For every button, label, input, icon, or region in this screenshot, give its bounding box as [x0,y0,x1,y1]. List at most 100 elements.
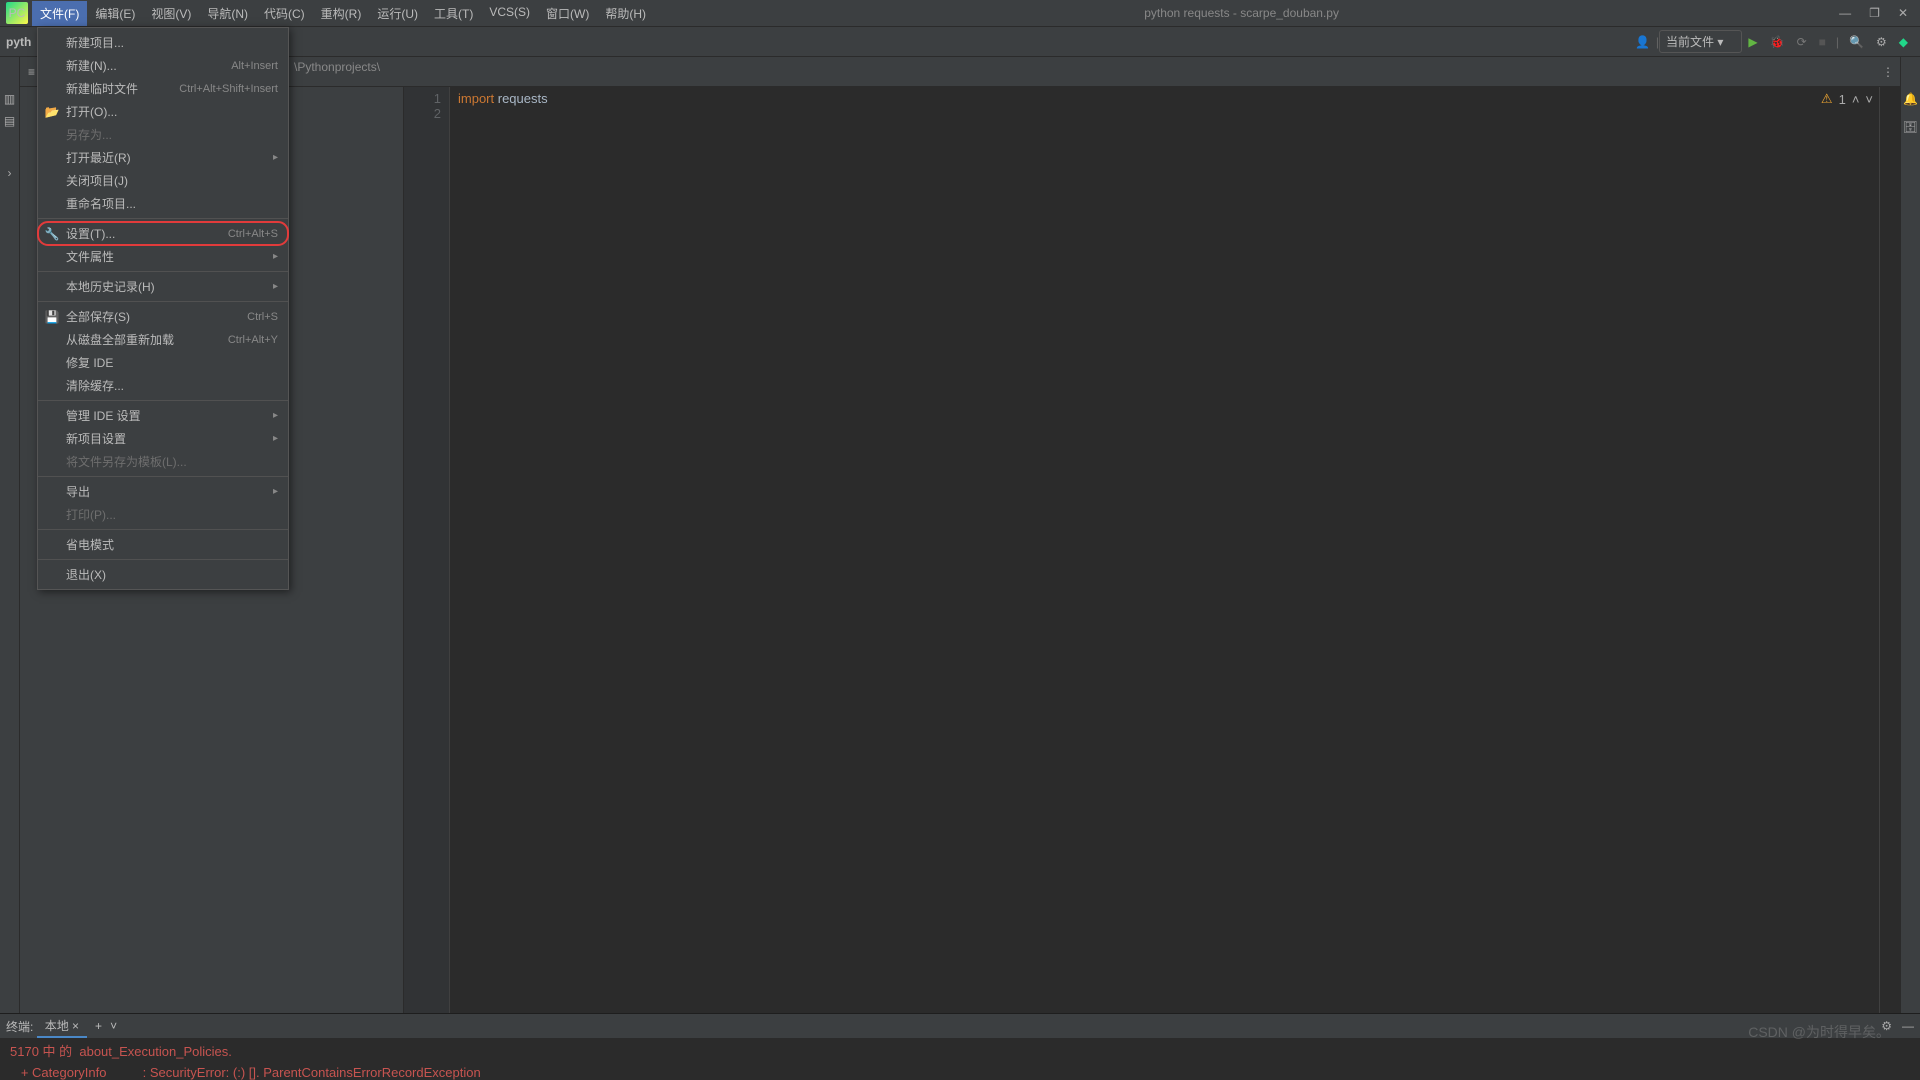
file-menu-item[interactable]: 重命名项目... [38,192,288,215]
code-area[interactable]: import requests ⚠ 1 ˄ ˅ [450,87,1880,1013]
menu-item-label: 打开最近(R) [66,149,131,166]
warning-icon[interactable]: ⚠ [1821,91,1833,107]
menu-item-label: 修复 IDE [66,354,113,371]
menu-vcs[interactable]: VCS(S) [481,1,538,26]
menu-item-label: 文件属性 [66,248,114,265]
next-highlight-icon[interactable]: ˅ [1865,92,1873,107]
menu-item-label: 新建项目... [66,34,124,51]
warning-count: 1 [1839,92,1846,107]
file-menu-item[interactable]: 省电模式 [38,533,288,556]
terminal-settings-icon[interactable]: ⚙ [1881,1019,1892,1033]
file-menu-item[interactable]: 本地历史记录(H)▸ [38,275,288,298]
menu-item-label: 将文件另存为模板(L)... [66,453,187,470]
menu-run[interactable]: 运行(U) [369,1,426,26]
chevron-right-icon: ▸ [273,433,278,444]
menu-window[interactable]: 窗口(W) [538,1,597,26]
maximize-button[interactable]: ❐ [1869,6,1880,20]
menu-item-label: 省电模式 [66,536,114,553]
editor-more-icon[interactable]: ⋮ [1876,61,1900,83]
chevron-right-icon: ▸ [273,152,278,163]
file-menu-item[interactable]: 退出(X) [38,563,288,586]
file-menu-item[interactable]: 修复 IDE [38,351,288,374]
editor[interactable]: 1 2 import requests ⚠ 1 ˄ ˅ [20,87,1900,1013]
settings-icon[interactable]: ⚙ [1870,31,1893,53]
menu-view[interactable]: 视图(V) [143,1,199,26]
file-menu-item[interactable]: 新建临时文件 Ctrl+Alt+Shift+Insert [38,77,288,100]
code-keyword: import [458,91,494,106]
menu-item-label: 另存为... [66,126,112,143]
line-gutter: 1 2 [404,87,450,1013]
menu-item-icon: 🔧 [44,227,60,241]
title-bar: PC 文件(F) 编辑(E) 视图(V) 导航(N) 代码(C) 重构(R) 运… [0,0,1920,27]
terminal-tab[interactable]: 本地 × [37,1015,87,1038]
debug-button[interactable]: 🐞 [1764,31,1791,53]
menu-shortcut: Ctrl+S [247,311,278,323]
search-icon[interactable]: 🔍 [1843,31,1870,53]
chevron-right-icon: ▸ [273,410,278,421]
code-text: requests [494,91,547,106]
menu-item-label: 设置(T)... [66,225,115,242]
project-tool-icon[interactable]: ▥ [4,92,15,106]
notifications-icon[interactable]: 🔔 [1903,92,1918,106]
menu-item-icon: 💾 [44,310,60,324]
menu-code[interactable]: 代码(C) [256,1,313,26]
menu-file[interactable]: 文件(F) [32,1,87,26]
terminal-hide-icon[interactable]: — [1902,1019,1914,1033]
terminal-dropdown-icon[interactable]: ˅ [110,1019,117,1033]
file-menu-item[interactable]: 📂 打开(O)... [38,100,288,123]
file-menu-item[interactable]: 关闭项目(J) [38,169,288,192]
menu-item-label: 全部保存(S) [66,308,130,325]
add-terminal-icon[interactable]: + [87,1019,110,1033]
menu-shortcut: Ctrl+Alt+S [228,228,278,240]
run-config-select[interactable]: 当前文件 ▾ [1659,30,1742,53]
menu-item-label: 本地历史记录(H) [66,278,155,295]
menu-item-icon: 📂 [44,105,60,119]
chevron-right-icon: ▸ [273,251,278,262]
file-menu-item[interactable]: 💾 全部保存(S) Ctrl+S [38,305,288,328]
file-menu-item: 另存为... [38,123,288,146]
menu-bar: 文件(F) 编辑(E) 视图(V) 导航(N) 代码(C) 重构(R) 运行(U… [32,1,654,26]
menu-refactor[interactable]: 重构(R) [313,1,370,26]
structure-tool-icon[interactable]: ▤ [4,114,15,128]
code-with-me-icon[interactable]: ◆ [1893,31,1914,53]
file-menu-item[interactable]: 清除缓存... [38,374,288,397]
database-icon[interactable]: 🗄 [1903,120,1918,134]
menu-item-label: 新建(N)... [66,57,117,74]
menu-item-label: 管理 IDE 设置 [66,407,141,424]
file-menu-item[interactable]: 从磁盘全部重新加载Ctrl+Alt+Y [38,328,288,351]
chevron-right-icon[interactable]: › [8,166,12,180]
menu-edit[interactable]: 编辑(E) [87,1,143,26]
menu-tools[interactable]: 工具(T) [426,1,481,26]
terminal-title: 终端: [6,1018,33,1035]
file-menu-item[interactable]: 导出▸ [38,480,288,503]
menu-shortcut: Ctrl+Alt+Shift+Insert [179,83,278,95]
menu-item-label: 打开(O)... [66,103,117,120]
menu-item-label: 关闭项目(J) [66,172,128,189]
file-menu: 新建项目... 新建(N)... Alt+Insert 新建临时文件 Ctrl+Alt+… [37,27,289,590]
terminal-output[interactable]: 5170 中 的 about_Execution_Policies. + Cat… [0,1038,1920,1080]
file-menu-item: 打印(P)... [38,503,288,526]
file-menu-item[interactable]: 打开最近(R) ▸ [38,146,288,169]
menu-help[interactable]: 帮助(H) [597,1,654,26]
file-menu-item[interactable]: 新建项目... [38,31,288,54]
user-icon[interactable]: 👤 [1629,31,1656,53]
coverage-button[interactable]: ⟳ [1791,31,1813,53]
chevron-right-icon: ▸ [273,486,278,497]
file-menu-item: 将文件另存为模板(L)... [38,450,288,473]
stop-button[interactable]: ■ [1813,31,1832,53]
menu-navigate[interactable]: 导航(N) [199,1,256,26]
file-menu-item[interactable]: 管理 IDE 设置 ▸ [38,404,288,427]
file-menu-item[interactable]: 新建(N)... Alt+Insert [38,54,288,77]
close-button[interactable]: ✕ [1898,6,1908,20]
file-menu-item[interactable]: 🔧 设置(T)... Ctrl+Alt+S [38,222,288,245]
menu-item-label: 新建临时文件 [66,80,138,97]
file-menu-item[interactable]: 新项目设置▸ [38,427,288,450]
menu-item-label: 清除缓存... [66,377,124,394]
minimize-button[interactable]: — [1839,6,1851,20]
file-menu-item[interactable]: 文件属性 ▸ [38,245,288,268]
run-button[interactable]: ▶ [1742,31,1763,53]
prev-highlight-icon[interactable]: ˄ [1852,92,1860,107]
menu-item-label: 退出(X) [66,566,106,583]
menu-shortcut: Alt+Insert [231,60,278,72]
pycharm-logo-icon: PC [6,2,28,24]
